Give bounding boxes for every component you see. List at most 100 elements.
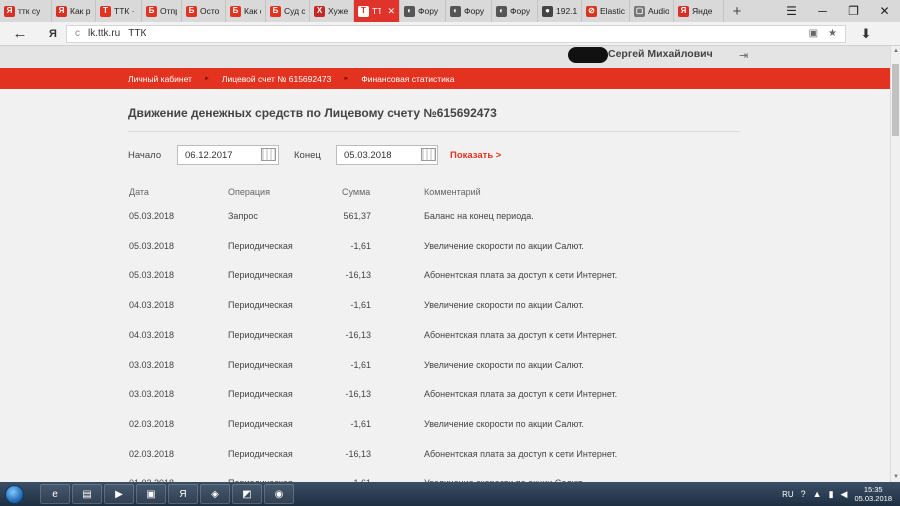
browser-tab[interactable]: Я Как р xyxy=(52,0,96,22)
clock-date: 05.03.2018 xyxy=(854,494,892,503)
browser-tab[interactable]: Т ТТК · xyxy=(96,0,142,22)
screen: Яттк суЯКак рТТТК ·БОтпрБОстоБКак сБСуд … xyxy=(0,0,900,506)
row-operation: Периодическая xyxy=(228,359,293,370)
minimize-icon[interactable]: ─ xyxy=(807,0,838,22)
back-button[interactable]: ← xyxy=(0,25,40,42)
browser-tab[interactable]: ◐ Фору xyxy=(492,0,538,22)
scroll-down-icon[interactable]: ▼ xyxy=(893,474,899,480)
row-comment: Увеличение скорости по акции Салют. xyxy=(424,240,584,251)
browser-tab[interactable]: Б Осто xyxy=(182,0,226,22)
address-bar: ← Я c lk.ttk.ru ТТК ▣ ★ ⬇ xyxy=(0,22,900,46)
new-tab-button[interactable]: + xyxy=(724,0,750,22)
tab-favicon-icon: ◐ xyxy=(404,5,415,17)
clock[interactable]: 15:35 05.03.2018 xyxy=(854,485,892,503)
menu-icon[interactable]: ☰ xyxy=(776,0,807,22)
tab-favicon-icon: Б xyxy=(146,5,157,17)
browser-tab[interactable]: Яттк су xyxy=(0,0,52,22)
browser-tab-strip: Яттк суЯКак рТТТК ·БОтпрБОстоБКак сБСуд … xyxy=(0,0,900,22)
tab-favicon-icon: Б xyxy=(186,5,197,17)
breadcrumb-account-number[interactable]: Лицевой счет № 615692473 xyxy=(222,74,331,84)
breadcrumb-financial-stats: Финансовая статистика xyxy=(361,73,455,84)
tab-favicon-icon: Я xyxy=(56,5,67,17)
browser-tab[interactable]: Б Суд с xyxy=(266,0,310,22)
scrollbar-thumb[interactable] xyxy=(892,64,899,136)
browser-tab[interactable]: ◐ Фору xyxy=(400,0,446,22)
row-sum: -16,13 xyxy=(345,270,371,281)
browser-tab[interactable]: Я Янде xyxy=(674,0,724,22)
downloads-icon[interactable]: ⬇ xyxy=(846,26,886,42)
tab-favicon-icon: Б xyxy=(230,5,241,17)
breadcrumb-arrow-icon: ► xyxy=(343,75,350,82)
tab-label: Янде xyxy=(692,6,713,16)
logout-icon[interactable]: ⇥ xyxy=(739,49,748,62)
language-indicator[interactable]: RU xyxy=(782,490,794,499)
row-sum: -1,61 xyxy=(350,359,371,370)
taskbar-app-icon[interactable]: ▶ xyxy=(104,484,134,504)
tab-favicon-icon: Я xyxy=(678,5,689,17)
browser-tab[interactable]: БКак с xyxy=(226,0,266,22)
page-scrollbar[interactable]: ▲ ▼ xyxy=(890,46,900,482)
row-comment: Абонентская плата за доступ к сети Интер… xyxy=(424,389,618,400)
tray-arrow-icon[interactable]: ▲ xyxy=(813,489,822,499)
taskbar-app-icon[interactable]: ▣ xyxy=(136,484,166,504)
row-date: 04.03.2018 xyxy=(129,300,175,311)
column-header-operation: Операция xyxy=(228,187,270,197)
url-input[interactable]: c lk.ttk.ru ТТК ▣ ★ xyxy=(66,24,846,43)
page-icon: c xyxy=(75,28,80,39)
row-date: 05.03.2018 xyxy=(129,240,175,251)
browser-tab[interactable]: X Хуже xyxy=(310,0,354,22)
bookmark-star-icon[interactable]: ★ xyxy=(828,28,837,39)
window-controls: ☰ ─ ❐ ✕ xyxy=(776,0,900,22)
row-date: 05.03.2018 xyxy=(129,270,175,281)
volume-icon[interactable]: ◀ xyxy=(841,489,848,500)
tab-label: ТТК · xyxy=(114,6,135,16)
main-content: Движение денежных средств по Лицевому сч… xyxy=(0,89,890,482)
close-window-icon[interactable]: ✕ xyxy=(869,0,900,22)
tab-favicon-icon: X xyxy=(314,5,325,17)
browser-tab[interactable]: Т ТТ ✕ xyxy=(354,0,400,22)
taskbar-app-icon[interactable]: ▤ xyxy=(72,484,102,504)
show-button[interactable]: Показать > xyxy=(450,150,501,161)
tab-label: ттк су xyxy=(18,6,41,16)
taskbar-app-icon[interactable]: ◉ xyxy=(264,484,294,504)
calendar-icon[interactable] xyxy=(421,148,436,161)
tab-label: Audio xyxy=(648,6,669,16)
row-comment: Баланс на конец периода. xyxy=(424,211,534,221)
calendar-icon[interactable] xyxy=(261,148,276,161)
user-name[interactable]: Сергей Михайлович xyxy=(608,48,713,60)
breadcrumb-personal-account[interactable]: Личный кабинет xyxy=(128,74,192,84)
browser-tab[interactable]: ◐ Фору xyxy=(446,0,492,22)
row-operation: Периодическая xyxy=(228,300,293,311)
column-header-date: Дата xyxy=(129,187,149,197)
windows-logo-icon xyxy=(4,484,24,504)
taskbar-app-icon[interactable]: ◈ xyxy=(200,484,230,504)
browser-tab[interactable]: ● 192.1 xyxy=(538,0,582,22)
row-comment: Увеличение скорости по акции Салют. xyxy=(424,300,584,311)
taskbar-app-icon[interactable]: ◩ xyxy=(232,484,262,504)
tab-label: Отпр xyxy=(160,6,177,16)
row-operation: Периодическая xyxy=(228,389,293,400)
redacted-block xyxy=(568,47,608,63)
row-sum: -1,61 xyxy=(350,300,371,311)
browser-tab[interactable]: БОтпр xyxy=(142,0,182,22)
help-icon[interactable]: ? xyxy=(801,489,806,499)
restore-icon[interactable]: ❐ xyxy=(838,0,869,22)
network-icon[interactable]: ▮ xyxy=(829,489,834,500)
system-tray: RU ? ▲ ▮ ◀ 15:35 05.03.2018 xyxy=(782,485,900,503)
taskbar-app-icon[interactable]: e xyxy=(40,484,70,504)
row-operation: Периодическая xyxy=(228,448,293,459)
reader-icon[interactable]: ▣ xyxy=(809,28,818,39)
taskbar-app-icon[interactable]: Я xyxy=(168,484,198,504)
row-operation: Периодическая xyxy=(228,240,293,251)
tab-close-icon[interactable]: ✕ xyxy=(387,6,395,17)
yandex-icon[interactable]: Я xyxy=(40,28,66,40)
start-button[interactable] xyxy=(0,482,28,506)
row-comment: Абонентская плата за доступ к сети Интер… xyxy=(424,448,618,459)
row-sum: -16,13 xyxy=(345,448,371,459)
tab-label: Elastic xyxy=(600,6,625,16)
tab-label: Как р xyxy=(70,6,91,16)
browser-tab[interactable]: ▢ Audio xyxy=(630,0,674,22)
browser-tab[interactable]: ⊘ Elastic xyxy=(582,0,630,22)
scroll-up-icon[interactable]: ▲ xyxy=(893,48,899,54)
row-operation: Запрос xyxy=(228,211,258,221)
